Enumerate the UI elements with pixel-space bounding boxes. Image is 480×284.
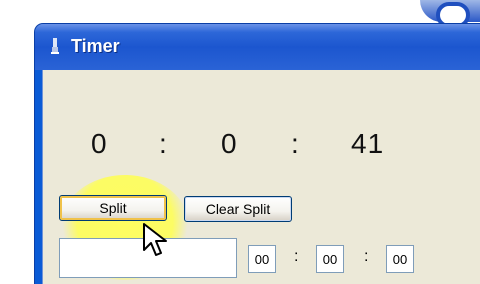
clear-split-button[interactable]: Clear Split: [184, 196, 292, 222]
hours-display: 0: [91, 128, 108, 159]
title-bar[interactable]: Timer: [35, 24, 480, 70]
minutes-display: 0: [221, 128, 238, 159]
time-separator: :: [159, 128, 168, 159]
seconds-display: 41: [351, 128, 385, 159]
field-separator: :: [294, 248, 299, 265]
split-seconds-field[interactable]: 00: [386, 245, 414, 273]
split-minutes-field[interactable]: 00: [316, 245, 344, 273]
background-window-decoration: [420, 0, 480, 28]
window-title: Timer: [71, 36, 120, 56]
mouse-pointer-icon: [143, 223, 167, 256]
split-button[interactable]: Split: [59, 195, 167, 221]
field-separator: :: [364, 248, 369, 265]
time-separator: :: [291, 128, 300, 159]
split-hours-field[interactable]: 00: [248, 245, 276, 273]
timer-app-icon: [51, 38, 59, 54]
